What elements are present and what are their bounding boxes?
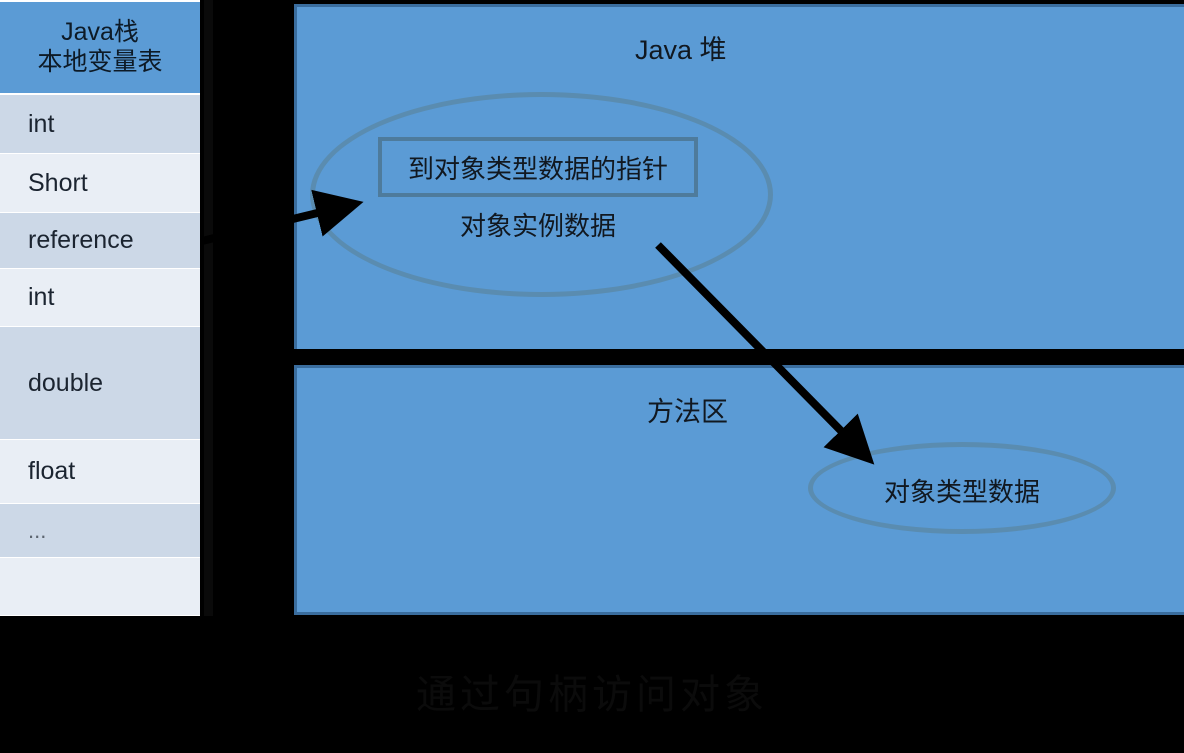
pointer-to-class-data-box: 到对象类型数据的指针 — [378, 137, 698, 197]
stack-row: int — [0, 269, 200, 326]
stack-right-divider — [204, 0, 213, 616]
method-area-title: 方法区 — [647, 397, 728, 427]
stack-row-label: int — [28, 283, 55, 311]
java-stack-table: Java栈 本地变量表 int Short reference int doub… — [0, 0, 200, 616]
stack-row-label: float — [28, 457, 76, 485]
stack-row: int — [0, 95, 200, 153]
stack-row-label: reference — [28, 226, 134, 254]
object-instance-data-label: 对象实例数据 — [459, 211, 616, 241]
stack-row: float — [0, 440, 200, 503]
diagram-caption: 通过句柄访问对象 — [416, 673, 768, 717]
stack-row-label: double — [28, 368, 104, 397]
stack-row-label: ... — [28, 517, 47, 543]
java-stack-header-line1: Java栈 — [61, 18, 139, 46]
stack-row: double — [0, 327, 200, 439]
java-heap-title: Java 堆 — [635, 35, 727, 65]
stack-row-label: int — [28, 109, 55, 138]
diagram-canvas: Java栈 本地变量表 int Short reference int doub… — [0, 0, 1184, 753]
java-stack-header: Java栈 本地变量表 — [0, 2, 200, 93]
stack-row: Short — [0, 154, 200, 212]
stack-row-label: Short — [28, 168, 88, 197]
stack-row-reference: reference — [0, 213, 200, 268]
stack-row-empty — [0, 558, 200, 615]
object-class-data-label: 对象类型数据 — [883, 477, 1040, 507]
java-stack-header-line2: 本地变量表 — [37, 47, 163, 76]
stack-row-ellipsis: ... — [0, 504, 200, 557]
